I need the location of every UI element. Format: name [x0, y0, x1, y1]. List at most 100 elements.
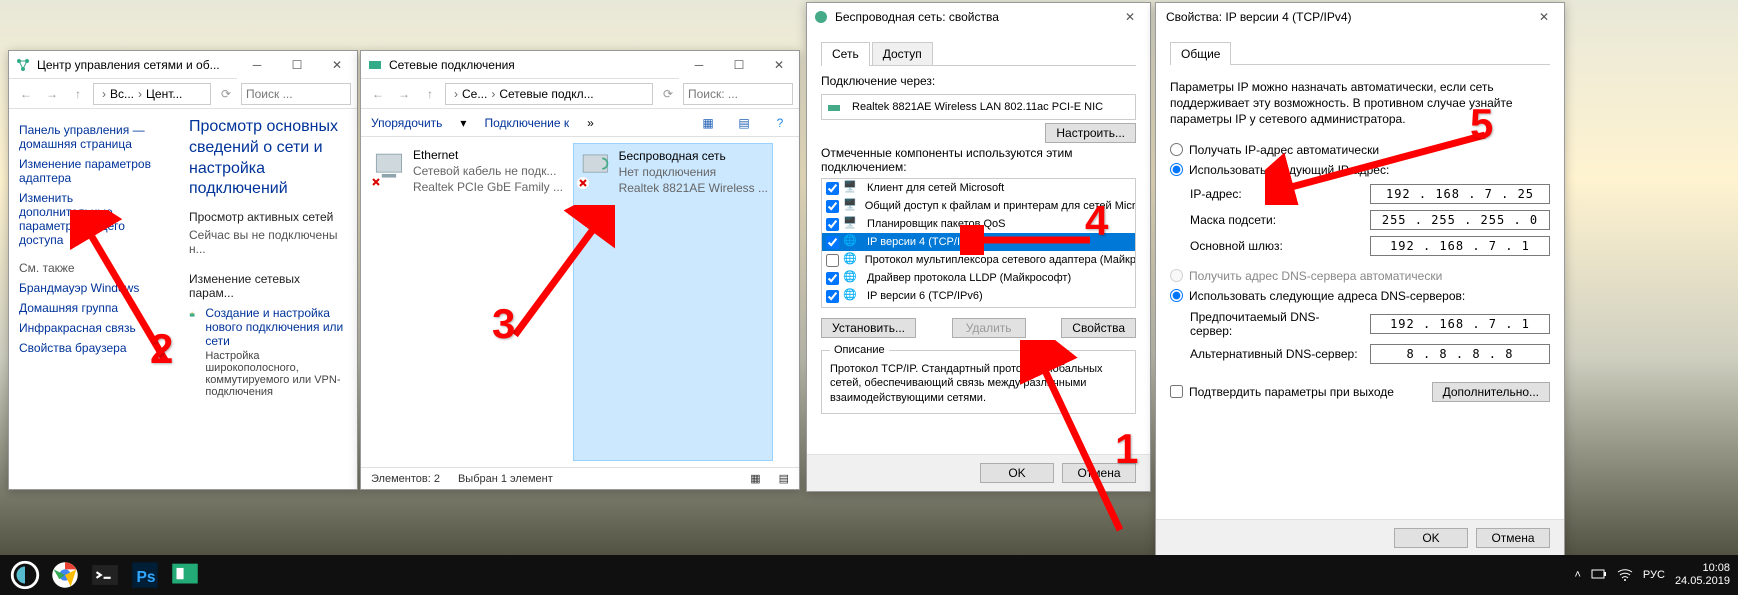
cancel-button[interactable]: Отмена [1476, 528, 1550, 548]
maximize-button[interactable]: ☐ [719, 51, 759, 79]
advanced-button[interactable]: Дополнительно... [1432, 382, 1550, 402]
component-checkbox[interactable] [826, 272, 839, 285]
network-connections-icon [367, 57, 383, 73]
ip-field[interactable]: 192 . 168 . 7 . 25 [1370, 184, 1550, 204]
refresh-button[interactable]: ⟳ [215, 83, 237, 105]
component-item[interactable]: 🌐Протокол мультиплексора сетевого адапте… [822, 251, 1135, 269]
component-checkbox[interactable] [826, 236, 839, 249]
mask-label: Маска подсети: [1190, 213, 1360, 227]
homegroup-link[interactable]: Домашняя группа [19, 301, 169, 315]
cp-home-link[interactable]: Панель управления — домашняя страница [19, 123, 169, 151]
close-button[interactable]: ✕ [1110, 3, 1150, 31]
dns1-field[interactable]: 192 . 168 . 7 . 1 [1370, 314, 1550, 334]
tab-access[interactable]: Доступ [872, 42, 933, 66]
taskbar-terminal[interactable] [88, 558, 122, 592]
minimize-button[interactable]: ─ [679, 51, 719, 79]
component-checkbox[interactable] [826, 182, 839, 195]
page-heading: Просмотр основных сведений о сети и наст… [189, 117, 347, 200]
component-item-ipv4[interactable]: 🌐IP версии 4 (TCP/IPv4) [822, 233, 1135, 251]
refresh-button[interactable]: ⟳ [657, 83, 679, 105]
nav-bar: ← → ↑ › Се... › Сетевые подкл... ⟳ Поиск… [361, 79, 799, 109]
nav-bar: ← → ↑ › Вс... › Цент... ⟳ Поиск ... [9, 79, 357, 109]
tray-up-icon[interactable]: ˄ [1574, 569, 1580, 581]
auto-ip-radio[interactable] [1170, 143, 1183, 156]
ok-button[interactable]: OK [980, 463, 1054, 483]
connect-to-menu[interactable]: Подключение к [484, 116, 569, 130]
component-item[interactable]: 🌐Драйвер протокола LLDP (Майкрософт) [822, 269, 1135, 287]
view-icon[interactable]: ▦ [699, 114, 717, 132]
connection-ethernet[interactable]: Ethernet Сетевой кабель не подк... Realt… [367, 143, 567, 461]
tray-battery-icon[interactable] [1591, 568, 1607, 583]
component-item[interactable]: 🖥️Клиент для сетей Microsoft [822, 179, 1135, 197]
window-title: Свойства: IP версии 4 (TCP/IPv4) [1162, 10, 1524, 24]
connection-wifi[interactable]: Беспроводная сеть Нет подключения Realte… [573, 143, 773, 461]
gateway-field[interactable]: 192 . 168 . 7 . 1 [1370, 236, 1550, 256]
crumb: Цент... [146, 87, 182, 101]
taskbar-chrome[interactable] [48, 558, 82, 592]
minimize-button[interactable]: ─ [237, 51, 277, 79]
conn-status: Нет подключения [619, 164, 768, 180]
browser-props-link[interactable]: Свойства браузера [19, 341, 169, 355]
ir-link[interactable]: Инфракрасная связь [19, 321, 169, 335]
taskbar-photoshop[interactable]: Ps [128, 558, 162, 592]
back-button[interactable]: ← [367, 83, 389, 105]
component-checkbox[interactable] [826, 290, 839, 303]
components-list[interactable]: 🖥️Клиент для сетей Microsoft 🖥️Общий дос… [821, 178, 1136, 308]
details-icon[interactable]: ▤ [735, 114, 753, 132]
breadcrumb[interactable]: › Вс... › Цент... [93, 83, 211, 105]
component-checkbox[interactable] [826, 200, 839, 213]
change-adapter-link[interactable]: Изменение параметров адаптера [19, 157, 169, 185]
search-input[interactable]: Поиск: ... [683, 83, 793, 105]
adapter-name: Realtek 8821AE Wireless LAN 802.11ac PCI… [852, 101, 1103, 113]
dns2-field[interactable]: 8 . 8 . 8 . 8 [1370, 344, 1550, 364]
up-button[interactable]: ↑ [67, 83, 89, 105]
view-details-icon[interactable]: ▤ [779, 472, 789, 485]
organize-menu[interactable]: Упорядочить [371, 116, 442, 130]
configure-button[interactable]: Настроить... [1045, 123, 1136, 143]
breadcrumb[interactable]: › Се... › Сетевые подкл... [445, 83, 653, 105]
crumb: Вс... [110, 87, 134, 101]
view-list-icon[interactable]: ▦ [750, 472, 760, 485]
maximize-button[interactable]: ☐ [277, 51, 317, 79]
ok-button[interactable]: OK [1394, 528, 1468, 548]
tray-language[interactable]: РУС [1643, 569, 1665, 581]
mask-field[interactable]: 255 . 255 . 255 . 0 [1370, 210, 1550, 230]
component-item[interactable]: 🖥️Общий доступ к файлам и принтерам для … [822, 197, 1135, 215]
component-checkbox[interactable] [826, 218, 839, 231]
tab-row: Сеть Доступ [821, 41, 1136, 66]
component-item[interactable]: 🖥️Планировщик пакетов QoS [822, 215, 1135, 233]
manual-ip-radio[interactable] [1170, 163, 1183, 176]
close-button[interactable]: ✕ [317, 51, 357, 79]
up-button[interactable]: ↑ [419, 83, 441, 105]
install-button[interactable]: Установить... [821, 318, 916, 338]
ip-label: IP-адрес: [1190, 187, 1360, 201]
manual-dns-radio[interactable] [1170, 289, 1183, 302]
forward-button[interactable]: → [41, 83, 63, 105]
close-button[interactable]: ✕ [759, 51, 799, 79]
status-bar: Элементов: 2 Выбран 1 элемент ▦ ▤ [361, 467, 799, 489]
tab-general[interactable]: Общие [1170, 42, 1231, 65]
search-input[interactable]: Поиск ... [241, 83, 351, 105]
tray-wifi-icon[interactable] [1617, 567, 1633, 584]
taskbar-app[interactable] [168, 558, 202, 592]
forward-button[interactable]: → [393, 83, 415, 105]
clock-time: 10:08 [1675, 562, 1730, 575]
close-button[interactable]: ✕ [1524, 3, 1564, 31]
tab-network[interactable]: Сеть [821, 42, 870, 66]
description-group: Описание Протокол TCP/IP. Стандартный пр… [821, 344, 1136, 414]
component-checkbox[interactable] [826, 254, 839, 267]
advanced-sharing-link[interactable]: Изменить дополнительные параметры общего… [19, 191, 169, 247]
cancel-button[interactable]: Отмена [1062, 463, 1136, 483]
component-label: Клиент для сетей Microsoft [867, 182, 1004, 194]
fw-link[interactable]: Брандмауэр Windows [19, 281, 169, 295]
help-icon[interactable]: ? [771, 114, 789, 132]
validate-checkbox[interactable] [1170, 385, 1183, 398]
new-connection-link[interactable]: Создание и настройка нового подключения … [205, 306, 347, 348]
start-button[interactable] [8, 558, 42, 592]
component-item[interactable]: 🌐IP версии 6 (TCP/IPv6) [822, 287, 1135, 305]
tray-clock[interactable]: 10:08 24.05.2019 [1675, 562, 1730, 588]
uninstall-button[interactable]: Удалить [952, 318, 1026, 338]
properties-button[interactable]: Свойства [1061, 318, 1136, 338]
back-button[interactable]: ← [15, 83, 37, 105]
ethernet-icon [371, 147, 407, 187]
